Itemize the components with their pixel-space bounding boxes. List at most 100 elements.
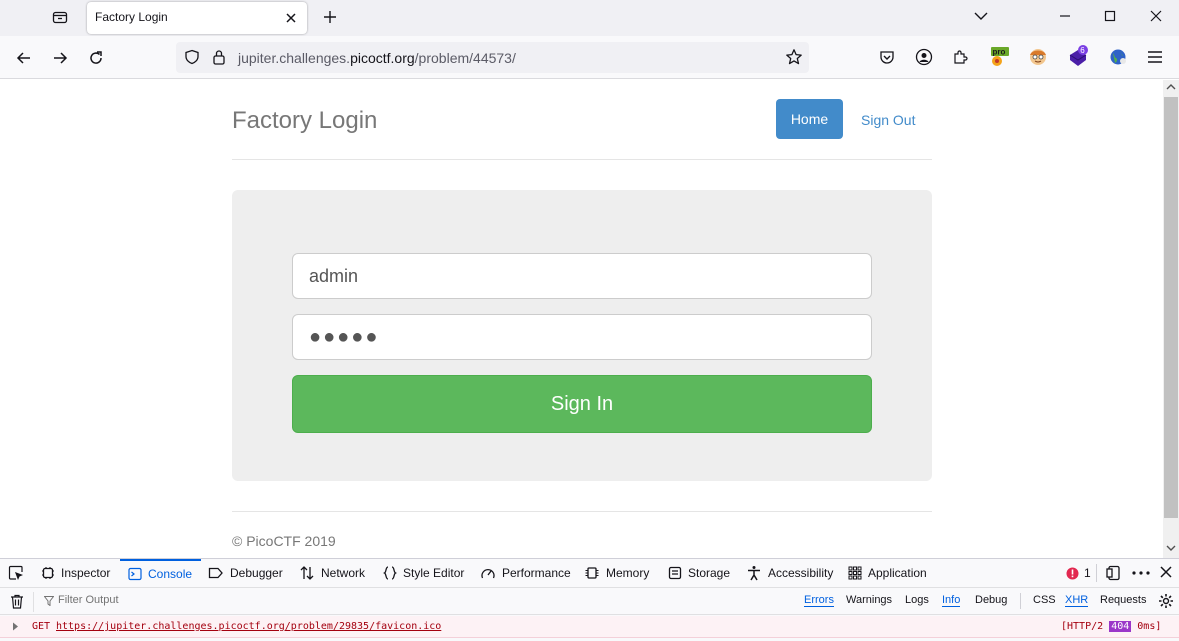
error-count-badge[interactable]: 1 xyxy=(1066,566,1091,580)
tab-application[interactable]: Application xyxy=(848,559,927,587)
footer-divider xyxy=(232,511,932,512)
svg-text:pro: pro xyxy=(993,48,1006,57)
log-request-method: GET xyxy=(32,621,51,632)
console-icon xyxy=(128,567,142,581)
tab-accessibility[interactable]: Accessibility xyxy=(746,559,833,587)
address-bar[interactable]: jupiter.challenges.picoctf.org/problem/4… xyxy=(176,42,809,73)
footer-copyright: © PicoCTF 2019 xyxy=(232,533,336,549)
error-count-label: 1 xyxy=(1084,566,1091,580)
network-icon xyxy=(299,566,315,580)
expand-arrow-icon[interactable] xyxy=(12,622,19,631)
page-viewport: Factory Login Home Sign Out admin ●●●●● … xyxy=(0,80,1163,558)
tab-inspector[interactable]: Inspector xyxy=(41,559,110,587)
page-scrollbar[interactable] xyxy=(1163,80,1179,558)
element-picker-icon[interactable] xyxy=(8,565,24,581)
tab-title: Factory Login xyxy=(95,10,168,24)
header-divider xyxy=(232,159,932,160)
close-window-icon[interactable] xyxy=(1133,0,1179,32)
account-icon[interactable] xyxy=(912,45,936,69)
navigation-bar: jupiter.challenges.picoctf.org/problem/4… xyxy=(0,36,1179,79)
application-grid-icon xyxy=(848,566,862,580)
filter-xhr-toggle[interactable]: XHR xyxy=(1065,594,1089,607)
filter-css-toggle[interactable]: CSS xyxy=(1033,594,1056,606)
inspector-icon xyxy=(41,566,55,580)
username-input[interactable]: admin xyxy=(292,253,872,299)
more-options-ellipsis-icon[interactable] xyxy=(1132,571,1150,575)
scrollbar-thumb[interactable] xyxy=(1164,97,1178,518)
character-avatar-icon[interactable] xyxy=(1026,45,1050,69)
memory-chip-icon xyxy=(584,566,600,580)
bookmark-star-icon[interactable] xyxy=(785,48,803,66)
performance-gauge-icon xyxy=(480,566,496,580)
filter-funnel-icon xyxy=(44,596,54,606)
hack-bar-extension-icon[interactable]: 6 xyxy=(1066,45,1090,69)
close-tab-icon[interactable] xyxy=(283,10,299,26)
globe-extension-icon[interactable] xyxy=(1106,45,1130,69)
tab-network-label: Network xyxy=(321,566,366,580)
tab-list-icon[interactable] xyxy=(46,5,74,29)
toolbar-divider xyxy=(1096,564,1097,582)
filter-requests-toggle[interactable]: Requests xyxy=(1100,594,1146,606)
reload-icon[interactable] xyxy=(83,45,109,71)
tab-performance[interactable]: Performance xyxy=(480,559,571,587)
filter-group-divider xyxy=(1020,593,1021,609)
filter-errors-toggle[interactable]: Errors xyxy=(804,594,834,607)
list-all-tabs-icon[interactable] xyxy=(958,0,1004,32)
tab-style-editor[interactable]: Style Editor xyxy=(383,559,464,587)
site-brand-title: Factory Login xyxy=(232,107,378,134)
hamburger-menu-icon[interactable] xyxy=(1143,45,1167,69)
url-text[interactable]: jupiter.challenges.picoctf.org/problem/4… xyxy=(238,50,516,66)
tab-console[interactable]: Console xyxy=(120,559,201,587)
tab-memory[interactable]: Memory xyxy=(584,559,649,587)
lock-icon[interactable] xyxy=(212,49,226,65)
trash-clear-console-icon[interactable] xyxy=(10,594,24,609)
home-button[interactable]: Home xyxy=(776,99,843,139)
tab-debugger[interactable]: Debugger xyxy=(208,559,283,587)
url-prefix: jupiter.challenges. xyxy=(238,50,351,66)
dock-side-icon[interactable] xyxy=(1106,565,1122,581)
scroll-down-arrow-icon[interactable] xyxy=(1166,544,1176,552)
log-status-prefix: [HTTP/2 xyxy=(1061,621,1104,632)
log-status: [HTTP/2 404 0ms] xyxy=(1061,621,1161,632)
password-input[interactable]: ●●●●● xyxy=(292,314,872,360)
minimize-icon[interactable] xyxy=(1042,0,1088,32)
devtools-toolbar: Inspector Console Debugger Network Style… xyxy=(0,559,1179,588)
log-request-url-link[interactable]: https://jupiter.challenges.picoctf.org/p… xyxy=(56,621,441,632)
filter-debug-toggle[interactable]: Debug xyxy=(975,594,1007,606)
filter-warnings-toggle[interactable]: Warnings xyxy=(846,594,892,606)
tab-network[interactable]: Network xyxy=(299,559,365,587)
tab-style-editor-label: Style Editor xyxy=(403,566,465,580)
filter-output-input[interactable]: Filter Output xyxy=(58,594,119,606)
url-domain: picoctf.org xyxy=(350,50,415,66)
proxy-extension-icon[interactable]: pro xyxy=(987,45,1011,69)
tab-memory-label: Memory xyxy=(606,566,650,580)
console-filter-bar: Filter Output Errors Warnings Logs Info … xyxy=(0,588,1179,615)
extensions-puzzle-icon[interactable] xyxy=(948,45,972,69)
filter-logs-toggle[interactable]: Logs xyxy=(905,594,929,606)
sign-out-link[interactable]: Sign Out xyxy=(861,112,915,128)
login-panel: admin ●●●●● Sign In xyxy=(232,190,932,481)
scroll-up-arrow-icon[interactable] xyxy=(1166,83,1176,91)
tab-application-label: Application xyxy=(868,566,927,580)
tab-inspector-label: Inspector xyxy=(61,566,111,580)
new-tab-icon[interactable] xyxy=(318,6,342,28)
tab-storage[interactable]: Storage xyxy=(668,559,730,587)
devtools-panel: Inspector Console Debugger Network Style… xyxy=(0,558,1179,641)
sign-in-button[interactable]: Sign In xyxy=(292,375,872,433)
tracking-protection-shield-icon[interactable] xyxy=(184,49,200,65)
close-devtools-icon[interactable] xyxy=(1160,566,1172,578)
tab-accessibility-label: Accessibility xyxy=(768,566,834,580)
log-status-code: 404 xyxy=(1109,621,1132,632)
storage-icon xyxy=(668,566,682,580)
console-settings-gear-icon[interactable] xyxy=(1158,593,1174,609)
tab-debugger-label: Debugger xyxy=(230,566,283,580)
console-log-row-error[interactable]: GET https://jupiter.challenges.picoctf.o… xyxy=(0,616,1179,638)
filter-info-toggle[interactable]: Info xyxy=(942,594,961,607)
forward-arrow-icon[interactable] xyxy=(47,45,73,71)
browser-tab[interactable]: Factory Login xyxy=(87,2,307,34)
tab-console-label: Console xyxy=(148,567,193,581)
pocket-icon[interactable] xyxy=(875,45,899,69)
maximize-icon[interactable] xyxy=(1087,0,1133,32)
back-arrow-icon[interactable] xyxy=(11,45,37,71)
filter-divider xyxy=(33,592,34,612)
